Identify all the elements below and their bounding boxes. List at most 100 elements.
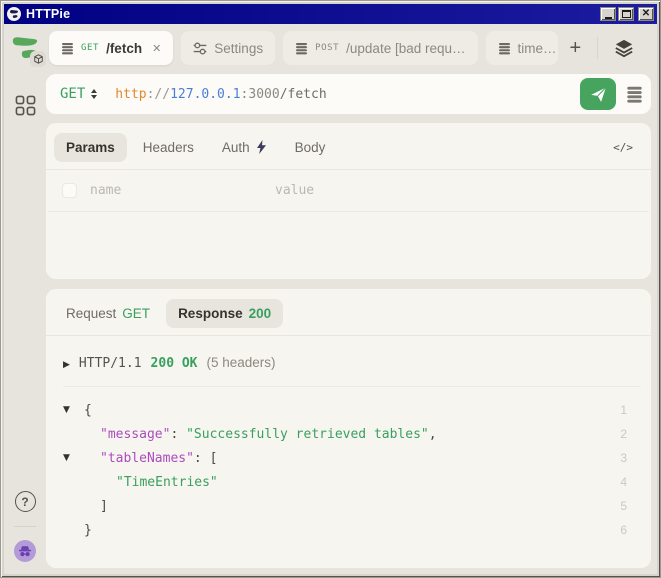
method-caret-icon: [91, 89, 97, 99]
request-options-button[interactable]: [626, 86, 643, 103]
param-checkbox[interactable]: [62, 183, 77, 198]
url-separator: ://: [147, 87, 170, 102]
line-number: 6: [615, 523, 641, 537]
response-status-line: ▶ HTTP/1.1 200 OK (5 headers): [46, 336, 651, 371]
close-window-icon: ✕: [642, 9, 650, 19]
request-editor-tabs: Params Headers Auth Body </>: [46, 123, 651, 163]
close-button[interactable]: ✕: [638, 7, 654, 21]
sidebar-divider: [14, 526, 36, 527]
json-token: }: [84, 523, 92, 538]
json-token: ]: [100, 499, 108, 514]
json-token: {: [84, 403, 92, 418]
tab-auth-label: Auth: [222, 140, 250, 155]
json-token: [: [210, 451, 218, 466]
json-token: ,: [429, 427, 437, 442]
line-number: 5: [615, 499, 641, 513]
collection-icon: [295, 42, 308, 55]
tab-path: /update [bad requ…: [346, 41, 465, 56]
json-token: :: [194, 451, 210, 466]
tab-time[interactable]: time…: [486, 31, 558, 65]
httpie-mini-logo-icon: [9, 9, 19, 19]
param-value-input[interactable]: [275, 183, 635, 198]
minimize-icon: [605, 17, 612, 19]
headers-count: (5 headers): [207, 355, 276, 370]
settings-icon: [193, 42, 207, 55]
collapse-icon[interactable]: ▼: [63, 405, 70, 415]
request-tab-method: GET: [122, 306, 150, 321]
window-controls: ✕: [600, 7, 654, 21]
question-mark-icon: ?: [21, 495, 28, 509]
tab-overview-button[interactable]: [614, 38, 634, 58]
method-selector[interactable]: GET: [60, 86, 97, 102]
new-tab-button[interactable]: +: [570, 38, 582, 58]
json-string: "TimeEntries": [116, 475, 218, 490]
tab-headers-label: Headers: [143, 140, 194, 155]
main-area: GET /fetch ✕ Settings: [46, 24, 657, 574]
collection-icon: [61, 42, 74, 55]
tab-post-update[interactable]: POST /update [bad requ…: [283, 31, 477, 65]
param-name-input[interactable]: [90, 183, 262, 198]
window-title: HTTPie: [26, 7, 595, 21]
cube-icon: [34, 54, 43, 64]
app-icon: [7, 7, 21, 21]
json-line: "TimeEntries" 4: [63, 470, 641, 494]
help-button[interactable]: ?: [15, 491, 36, 512]
maximize-icon: [622, 10, 631, 18]
tab-params-label: Params: [66, 140, 115, 155]
response-tab-status: 200: [249, 306, 272, 321]
json-key: "message": [100, 427, 170, 442]
url-host: 127.0.0.1: [170, 87, 240, 102]
apps-grid-button[interactable]: [15, 95, 36, 116]
headers-expander-icon[interactable]: ▶: [63, 360, 70, 370]
tab-method: POST: [315, 43, 339, 53]
sidebar: ?: [4, 24, 46, 574]
paper-plane-icon: [589, 85, 608, 104]
json-line: ▼ { 1: [63, 398, 641, 422]
json-line: ] 5: [63, 494, 641, 518]
stack-icon: [626, 86, 643, 103]
tab-params[interactable]: Params: [54, 133, 127, 162]
httpie-logo[interactable]: [10, 33, 40, 65]
status-code: 200 OK: [151, 356, 198, 371]
grid-icon: [15, 95, 36, 116]
method-value: GET: [60, 86, 85, 102]
code-view-toggle[interactable]: </>: [613, 141, 639, 154]
maximize-button[interactable]: [618, 7, 634, 21]
incognito-icon: [18, 545, 32, 558]
anonymous-avatar[interactable]: [14, 540, 36, 562]
url-bar: GET http://127.0.0.1:3000/fetch: [46, 74, 651, 114]
tab-headers[interactable]: Headers: [131, 133, 206, 162]
tab-response[interactable]: Response 200: [166, 299, 283, 328]
tab-path: /fetch: [106, 41, 142, 56]
json-line: ▼ "tableNames": [ 3: [63, 446, 641, 470]
param-row: [48, 170, 649, 212]
tab-settings[interactable]: Settings: [181, 31, 275, 65]
tab-request[interactable]: Request GET: [54, 299, 162, 328]
app-window: HTTPie ✕: [0, 0, 661, 578]
tab-method: GET: [81, 43, 99, 53]
lightning-icon: [256, 140, 267, 154]
tab-body[interactable]: Body: [283, 133, 338, 162]
collapse-icon[interactable]: ▼: [63, 453, 70, 463]
app-body: ? GET /fetc: [4, 24, 657, 574]
collection-icon: [498, 42, 511, 55]
tab-get-fetch[interactable]: GET /fetch ✕: [49, 31, 173, 65]
response-panel-tabs: Request GET Response 200: [46, 289, 651, 329]
tab-auth[interactable]: Auth: [210, 133, 279, 162]
request-tab-bar: GET /fetch ✕ Settings: [46, 28, 651, 68]
json-line: "message": "Successfully retrieved table…: [63, 422, 641, 446]
protocol: HTTP/1.1: [79, 356, 142, 371]
close-tab-icon[interactable]: ✕: [152, 42, 161, 55]
line-number: 2: [615, 427, 641, 441]
url-input[interactable]: http://127.0.0.1:3000/fetch: [115, 87, 326, 102]
response-body: ▼ { 1 "message": "Successfully retrieved…: [46, 387, 651, 542]
response-tab-label: Response: [178, 306, 243, 321]
line-number: 4: [615, 475, 641, 489]
minimize-button[interactable]: [600, 7, 616, 21]
send-button[interactable]: [580, 78, 616, 110]
json-token: :: [170, 427, 186, 442]
response-panel: Request GET Response 200 ▶ HTTP/1.1 200 …: [46, 289, 651, 568]
layers-icon: [614, 38, 634, 58]
request-tab-label: Request: [66, 306, 116, 321]
url-scheme: http: [115, 87, 146, 102]
